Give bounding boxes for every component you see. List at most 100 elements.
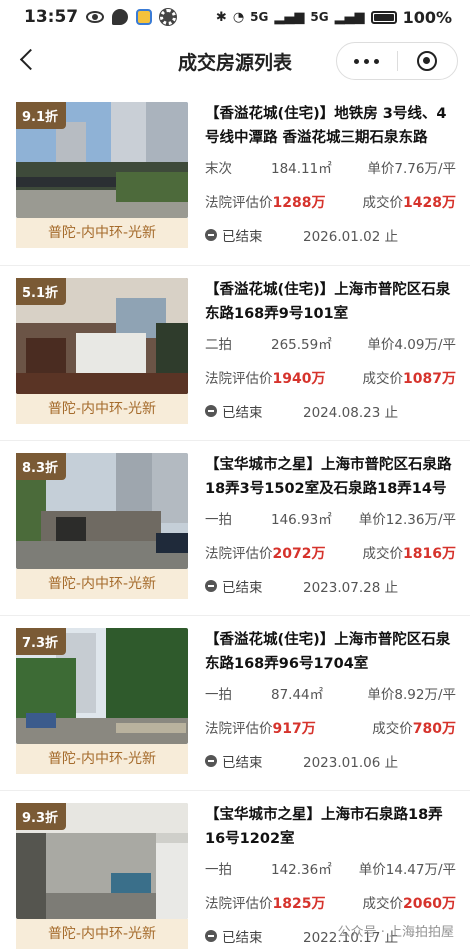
- listing-title: 【香溢花城(住宅)】地铁房 3号线、4号线中潭路 香溢花城三期石泉东路168..…: [205, 106, 447, 146]
- district-label: 普陀-内中环-光新: [16, 218, 188, 248]
- auction-round: 一拍: [205, 512, 232, 528]
- eval-price: 1288万: [272, 195, 326, 211]
- listing-card[interactable]: 7.3折 普陀-内中环-光新 【香溢花城(住宅)】上海市普陀区石泉东路168弄9…: [0, 615, 470, 790]
- district-label: 普陀-内中环-光新: [16, 569, 188, 599]
- deal-price-group: 成交价1087万: [363, 367, 456, 388]
- status-row: 已结束 2026.01.02 止: [205, 225, 456, 245]
- info-row: 末次 184.11㎡ 单价7.76万/平: [205, 157, 456, 177]
- status-row: 已结束 2023.07.28 止: [205, 576, 456, 596]
- discount-badge: 5.1折: [16, 278, 67, 305]
- listing-title: 【香溢花城(住宅)】上海市普陀区石泉东路168弄96号1704室: [205, 632, 451, 672]
- eval-price-group: 法院评估价1288万: [205, 191, 325, 212]
- end-date: 2023.01.06 止: [303, 755, 399, 771]
- price-row: 法院评估价1825万 成交价2060万: [205, 892, 456, 912]
- ended-icon: [205, 930, 217, 942]
- signal-1: 5G: [250, 10, 269, 24]
- status-text: 已结束: [222, 755, 263, 771]
- eval-price-group: 法院评估价2072万: [205, 542, 325, 563]
- info-row: 一拍 146.93㎡ 单价12.36万/平: [205, 508, 456, 528]
- unit-price: 单价14.47万/平: [358, 862, 456, 878]
- status-bar: 13:57 ✱ ◔ 5G ▂▄▆ 5G ▂▄▆ 100%: [0, 0, 470, 34]
- floor-area: 265.59㎡: [271, 337, 332, 353]
- floor-area: 146.93㎡: [271, 512, 332, 528]
- ended-icon: [205, 405, 217, 417]
- status-right: ✱ ◔ 5G ▂▄▆ 5G ▂▄▆ 100%: [216, 8, 452, 27]
- deal-price: 780万: [412, 721, 456, 737]
- deal-label: 成交价: [362, 195, 404, 211]
- battery-icon: [370, 10, 397, 24]
- auction-status: 已结束: [205, 751, 263, 771]
- listing-card[interactable]: 8.3折 普陀-内中环-光新 【宝华城市之星】上海市普陀区石泉路18弄3号150…: [0, 440, 470, 615]
- status-text: 已结束: [222, 930, 263, 946]
- eval-label: 法院评估价: [205, 721, 273, 737]
- price-row: 法院评估价917万 成交价780万: [205, 717, 456, 737]
- floor-area: 87.44㎡: [271, 687, 324, 703]
- deal-label: 成交价: [372, 721, 413, 737]
- deal-price-group: 成交价1428万: [363, 191, 456, 212]
- mini-program-capsule: [336, 42, 458, 80]
- info-row: 一拍 142.36㎡ 单价14.47万/平: [205, 858, 456, 878]
- auction-round: 二拍: [205, 337, 232, 353]
- unit-price: 单价12.36万/平: [358, 512, 456, 528]
- district-label: 普陀-内中环-光新: [16, 919, 188, 949]
- info-row: 二拍 265.59㎡ 单价4.09万/平: [205, 333, 456, 353]
- district-label: 普陀-内中环-光新: [16, 394, 188, 424]
- listing-list: 9.1折 普陀-内中环-光新 【香溢花城(住宅)】地铁房 3号线、4号线中潭路 …: [0, 90, 470, 952]
- ended-icon: [205, 229, 217, 241]
- signal-bars-icon-2: ▂▄▆: [334, 9, 365, 25]
- unit-price: 单价4.09万/平: [367, 337, 456, 353]
- listing-title: 【宝华城市之星】上海市普陀区石泉路18弄3号1502室及石泉路18弄14号地..…: [205, 457, 452, 497]
- end-date: 2023.07.28 止: [303, 580, 399, 596]
- listing-card[interactable]: 9.1折 普陀-内中环-光新 【香溢花城(住宅)】地铁房 3号线、4号线中潭路 …: [0, 90, 470, 265]
- wifi-icon: ◔: [232, 9, 245, 25]
- discount-badge: 9.3折: [16, 803, 67, 830]
- listing-title: 【香溢花城(住宅)】上海市普陀区石泉东路168弄9号101室: [205, 282, 451, 322]
- deal-price-group: 成交价780万: [372, 717, 456, 738]
- deal-price: 2060万: [403, 896, 456, 912]
- floor-area: 184.11㎡: [271, 161, 332, 177]
- price-row: 法院评估价1940万 成交价1087万: [205, 367, 456, 387]
- eval-price-group: 法院评估价1825万: [205, 892, 325, 913]
- eval-label: 法院评估价: [205, 371, 273, 387]
- unit-price: 单价8.92万/平: [367, 687, 456, 703]
- auction-status: 已结束: [205, 225, 263, 245]
- close-target-icon[interactable]: [398, 51, 458, 71]
- eval-label: 法院评估价: [205, 896, 273, 912]
- deal-price: 1087万: [403, 371, 456, 387]
- eval-price: 1825万: [272, 896, 326, 912]
- deal-price-group: 成交价1816万: [363, 542, 456, 563]
- auction-round: 一拍: [205, 687, 232, 703]
- info-row: 一拍 87.44㎡ 单价8.92万/平: [205, 683, 456, 703]
- status-text: 已结束: [222, 405, 263, 421]
- eval-price: 917万: [272, 721, 316, 737]
- status-text: 已结束: [222, 580, 263, 596]
- more-dots-icon[interactable]: [337, 58, 397, 64]
- chat-icon: [112, 9, 129, 25]
- signal-2: 5G: [310, 10, 329, 24]
- auction-status: 已结束: [205, 401, 263, 421]
- price-row: 法院评估价1288万 成交价1428万: [205, 191, 456, 211]
- status-text: 已结束: [222, 229, 263, 245]
- deal-price: 1428万: [403, 195, 456, 211]
- deal-price: 1816万: [403, 546, 456, 562]
- status-time: 13:57: [24, 7, 79, 27]
- ended-icon: [205, 755, 217, 767]
- floor-area: 142.36㎡: [271, 862, 332, 878]
- end-date: 2026.01.02 止: [303, 229, 399, 245]
- eye-icon: [86, 11, 105, 23]
- listing-card[interactable]: 5.1折 普陀-内中环-光新 【香溢花城(住宅)】上海市普陀区石泉东路168弄9…: [0, 265, 470, 440]
- eval-price-group: 法院评估价1940万: [205, 367, 325, 388]
- listing-title: 【宝华城市之星】上海市石泉路18弄16号1202室: [205, 807, 443, 847]
- eval-label: 法院评估价: [205, 195, 273, 211]
- app-icon: [136, 9, 153, 25]
- deal-label: 成交价: [362, 371, 404, 387]
- discount-badge: 7.3折: [16, 628, 67, 655]
- eval-price: 1940万: [272, 371, 326, 387]
- deal-price-group: 成交价2060万: [363, 892, 456, 913]
- district-label: 普陀-内中环-光新: [16, 744, 188, 774]
- status-row: 已结束 2024.08.23 止: [205, 401, 456, 421]
- deal-label: 成交价: [362, 546, 404, 562]
- eval-price-group: 法院评估价917万: [205, 717, 316, 738]
- eval-price: 2072万: [272, 546, 326, 562]
- battery-percent: 100%: [402, 7, 452, 27]
